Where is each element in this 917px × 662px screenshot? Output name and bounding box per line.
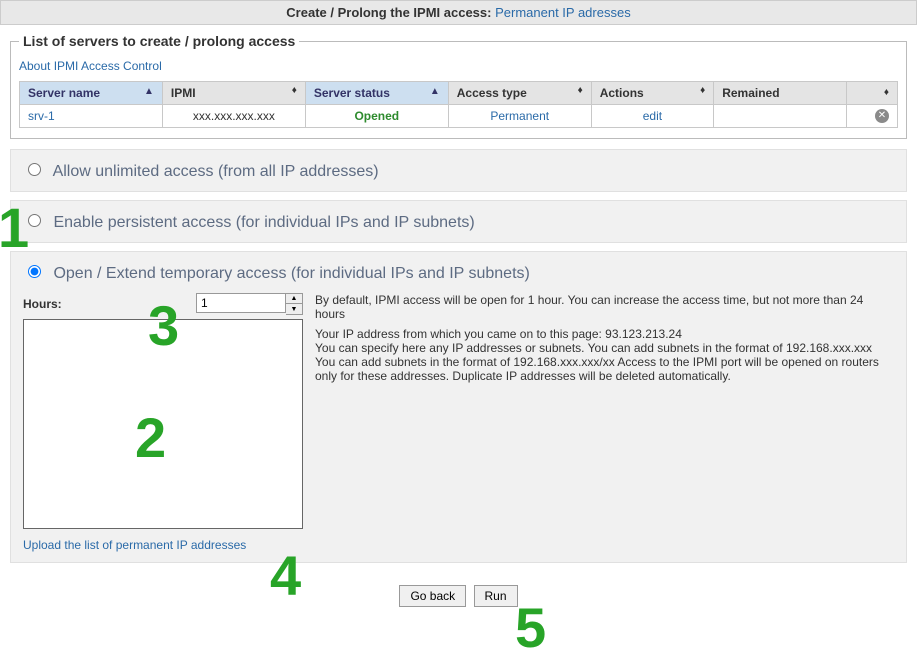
go-back-button[interactable]: Go back — [399, 585, 466, 607]
sort-asc-icon: ▲ — [430, 86, 440, 97]
option-unlimited-label: Allow unlimited access (from all IP addr… — [23, 163, 379, 180]
ip-list-textarea[interactable] — [23, 319, 303, 529]
radio-persistent[interactable] — [28, 214, 41, 227]
page-title: Create / Prolong the IPMI access: — [286, 5, 491, 20]
option-unlimited[interactable]: Allow unlimited access (from all IP addr… — [10, 149, 907, 192]
button-row: Go back Run — [10, 571, 907, 621]
about-ipmi-link[interactable]: About IPMI Access Control — [19, 59, 162, 73]
help-line: You can add subnets in the format of 192… — [315, 355, 894, 383]
sort-asc-icon: ▲ — [144, 86, 154, 97]
hours-spinner[interactable]: ▲ ▼ — [286, 293, 303, 315]
help-line: You can specify here any IP addresses or… — [315, 341, 894, 355]
sort-both-icon: ♦ — [292, 86, 297, 96]
option-persistent[interactable]: Enable persistent access (for individual… — [10, 200, 907, 243]
radio-unlimited[interactable] — [28, 163, 41, 176]
page-title-bar: Create / Prolong the IPMI access: Perman… — [0, 0, 917, 25]
option-temporary-label: Open / Extend temporary access (for indi… — [23, 265, 530, 282]
col-actions[interactable]: Actions ♦ — [591, 82, 714, 105]
server-name-link[interactable]: srv-1 — [28, 109, 55, 123]
table-row: srv-1 xxx.xxx.xxx.xxx Opened Permanent e… — [20, 105, 898, 128]
page-subtitle: Permanent IP adresses — [495, 5, 631, 20]
option-persistent-label: Enable persistent access (for individual… — [23, 214, 475, 231]
sort-both-icon: ♦ — [578, 86, 583, 96]
col-ipmi[interactable]: IPMI ♦ — [162, 82, 305, 105]
servers-legend: List of servers to create / prolong acce… — [19, 33, 299, 49]
remained-cell — [714, 105, 847, 128]
ipmi-cell: xxx.xxx.xxx.xxx — [162, 105, 305, 128]
option-temporary[interactable]: Open / Extend temporary access (for indi… — [10, 251, 907, 563]
col-extra[interactable]: ♦ — [846, 82, 897, 105]
temporary-body: Hours: ▲ ▼ Upload the list of permanent … — [23, 293, 894, 552]
radio-temporary[interactable] — [28, 265, 41, 278]
col-server-name[interactable]: Server name ▲ — [20, 82, 163, 105]
col-server-status[interactable]: Server status ▲ — [305, 82, 448, 105]
spin-down-icon[interactable]: ▼ — [286, 304, 302, 314]
help-line: By default, IPMI access will be open for… — [315, 293, 894, 321]
spin-up-icon[interactable]: ▲ — [286, 294, 302, 304]
access-type-link[interactable]: Permanent — [490, 109, 549, 123]
upload-ip-list-link[interactable]: Upload the list of permanent IP addresse… — [23, 538, 246, 552]
hours-input[interactable] — [196, 293, 286, 313]
col-remained[interactable]: Remained — [714, 82, 847, 105]
run-button[interactable]: Run — [474, 585, 518, 607]
servers-fieldset: List of servers to create / prolong acce… — [10, 33, 907, 139]
status-badge: Opened — [354, 109, 399, 123]
hours-label: Hours: — [23, 297, 62, 311]
edit-action-link[interactable]: edit — [643, 109, 662, 123]
servers-table: Server name ▲ IPMI ♦ Server status ▲ A — [19, 81, 898, 128]
sort-both-icon: ♦ — [884, 88, 889, 98]
help-line: Your IP address from which you came on t… — [315, 327, 894, 341]
close-icon[interactable]: ✕ — [875, 109, 889, 123]
col-access-type[interactable]: Access type ♦ — [448, 82, 591, 105]
sort-both-icon: ♦ — [700, 86, 705, 96]
help-text: By default, IPMI access will be open for… — [315, 293, 894, 552]
